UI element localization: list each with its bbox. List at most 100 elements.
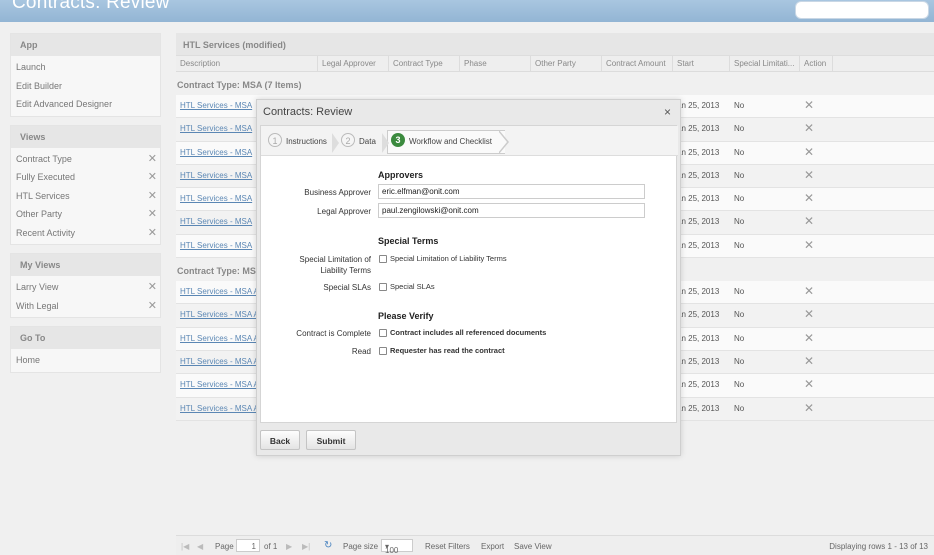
delete-icon[interactable]: ✕ [804, 98, 814, 112]
start-date-cell: an 25, 2013 [677, 101, 720, 110]
column-header[interactable]: Contract Amount [602, 56, 673, 71]
sidebar-item-fully-executed[interactable]: Fully Executed ✕ [11, 168, 160, 187]
refresh-icon[interactable]: ↻ [324, 540, 332, 551]
special-limitation-cell: No [734, 333, 745, 343]
sidebar-item-label: Launch [16, 62, 46, 72]
sidebar-item-other-party[interactable]: Other Party ✕ [11, 205, 160, 224]
start-date-cell: an 25, 2013 [677, 240, 720, 250]
delete-icon[interactable]: ✕ [804, 377, 814, 391]
special-limitation-cell: No [734, 287, 745, 297]
step-label: Workflow and Checklist [409, 137, 492, 147]
remove-icon[interactable]: ✕ [148, 170, 157, 183]
sidebar-item-home[interactable]: Home [11, 351, 160, 370]
save-view-button[interactable]: Save View [514, 542, 552, 551]
special-limitation-cell: No [734, 217, 745, 227]
action-cell: ✕ [800, 398, 833, 420]
column-header[interactable]: Special Limitati... [730, 56, 800, 71]
special-limitation-cell: No [734, 101, 745, 110]
back-button[interactable]: Back [260, 430, 300, 450]
column-header[interactable]: Start [673, 56, 730, 71]
remove-icon[interactable]: ✕ [148, 299, 157, 312]
column-header[interactable]: Other Party [531, 56, 602, 71]
read-checkbox-label: Requester has read the contract [390, 346, 505, 355]
special-limitation-checkbox[interactable] [379, 255, 387, 263]
app-header: Contracts: Review [0, 0, 934, 22]
tab-workflow-checklist[interactable]: 3 Workflow and Checklist [391, 132, 492, 152]
sidebar-item-larry-view[interactable]: Larry View ✕ [11, 278, 160, 297]
sidebar-item-recent-activity[interactable]: Recent Activity ✕ [11, 224, 160, 243]
close-icon[interactable]: × [664, 105, 671, 119]
export-button[interactable]: Export [481, 542, 504, 551]
business-approver-label: Business Approver [304, 188, 371, 197]
tab-instructions[interactable]: 1 Instructions [268, 132, 327, 152]
wizard-steps: 1 Instructions 2 Data 3 Workflow and Checkl… [261, 126, 678, 156]
delete-icon[interactable]: ✕ [804, 214, 814, 228]
page-size-select[interactable]: 100 ▾ [381, 539, 413, 555]
delete-icon[interactable]: ✕ [804, 401, 814, 415]
contract-complete-checkbox[interactable] [379, 329, 387, 337]
sidebar-item-edit-builder[interactable]: Edit Builder [11, 77, 160, 96]
delete-icon[interactable]: ✕ [804, 238, 814, 252]
step-separator [332, 133, 339, 153]
reset-filters-button[interactable]: Reset Filters [425, 542, 470, 551]
contract-complete-label: Contract is Complete [296, 329, 371, 338]
sidebar-item-htl-services[interactable]: HTL Services ✕ [11, 187, 160, 206]
first-page-icon[interactable]: |◀ [181, 542, 189, 551]
sidebar-item-contract-type[interactable]: Contract Type ✕ [11, 150, 160, 169]
action-cell: ✕ [800, 211, 833, 233]
remove-icon[interactable]: ✕ [148, 189, 157, 202]
delete-icon[interactable]: ✕ [804, 191, 814, 205]
column-header[interactable]: Legal Approver [318, 56, 389, 71]
sidebar-item-launch[interactable]: Launch [11, 58, 160, 77]
delete-icon[interactable]: ✕ [804, 354, 814, 368]
sidebar-item-edit-advanced-designer[interactable]: Edit Advanced Designer [11, 95, 160, 114]
special-limitation-cell: No [734, 380, 745, 390]
delete-icon[interactable]: ✕ [804, 307, 814, 321]
prev-page-icon[interactable]: ◀ [197, 542, 203, 551]
column-header[interactable]: Description [176, 56, 318, 71]
special-slas-checkbox[interactable] [379, 283, 387, 291]
submit-button[interactable]: Submit [306, 430, 356, 450]
sidebar-item-label: Larry View [16, 282, 59, 292]
next-page-icon[interactable]: ▶ [286, 542, 292, 551]
group-title[interactable]: Contract Type: MSA (7 Items) [176, 72, 934, 95]
step-arrow-fill [498, 131, 507, 153]
legal-approver-field[interactable] [378, 203, 645, 218]
delete-icon[interactable]: ✕ [804, 168, 814, 182]
column-header[interactable]: Action [800, 56, 833, 71]
page-number-input[interactable]: 1 [236, 539, 260, 552]
delete-icon[interactable]: ✕ [804, 121, 814, 135]
action-cell: ✕ [800, 304, 833, 326]
grid-title: HTL Services (modified) [176, 33, 934, 56]
sidebar-section-go-to: Go To Home [10, 326, 161, 373]
delete-icon[interactable]: ✕ [804, 145, 814, 159]
remove-icon[interactable]: ✕ [148, 152, 157, 165]
remove-icon[interactable]: ✕ [148, 280, 157, 293]
step-label: Instructions [286, 137, 327, 147]
sidebar-section-app: App Launch Edit Builder Edit Advanced De… [10, 33, 161, 117]
action-cell: ✕ [800, 95, 833, 117]
read-checkbox[interactable] [379, 347, 387, 355]
step-number: 2 [341, 133, 355, 147]
business-approver-field[interactable] [378, 184, 645, 199]
start-date-cell: an 25, 2013 [677, 124, 720, 134]
remove-icon[interactable]: ✕ [148, 226, 157, 239]
column-header[interactable]: Phase [460, 56, 531, 71]
review-dialog: Contracts: Review × 1 Instructions 2 Data … [256, 99, 681, 456]
sidebar: App Launch Edit Builder Edit Advanced De… [10, 33, 161, 381]
column-header[interactable]: Contract Type [389, 56, 460, 71]
action-cell: ✕ [800, 188, 833, 210]
delete-icon[interactable]: ✕ [804, 284, 814, 298]
search-input[interactable] [795, 1, 929, 19]
delete-icon[interactable]: ✕ [804, 331, 814, 345]
remove-icon[interactable]: ✕ [148, 207, 157, 220]
grid-header: Description Legal Approver Contract Type… [176, 56, 934, 72]
special-limitation-label-line1: Special Limitation of [299, 255, 371, 264]
action-cell: ✕ [800, 165, 833, 187]
sidebar-item-with-legal[interactable]: With Legal ✕ [11, 297, 160, 316]
pager-bar: |◀ ◀ Page 1 of 1 ▶ ▶| ↻ Page size 100 ▾ … [176, 535, 934, 555]
legal-approver-label: Legal Approver [317, 207, 371, 216]
sidebar-item-label: With Legal [16, 300, 59, 311]
tab-data[interactable]: 2 Data [341, 132, 376, 152]
last-page-icon[interactable]: ▶| [302, 542, 310, 551]
